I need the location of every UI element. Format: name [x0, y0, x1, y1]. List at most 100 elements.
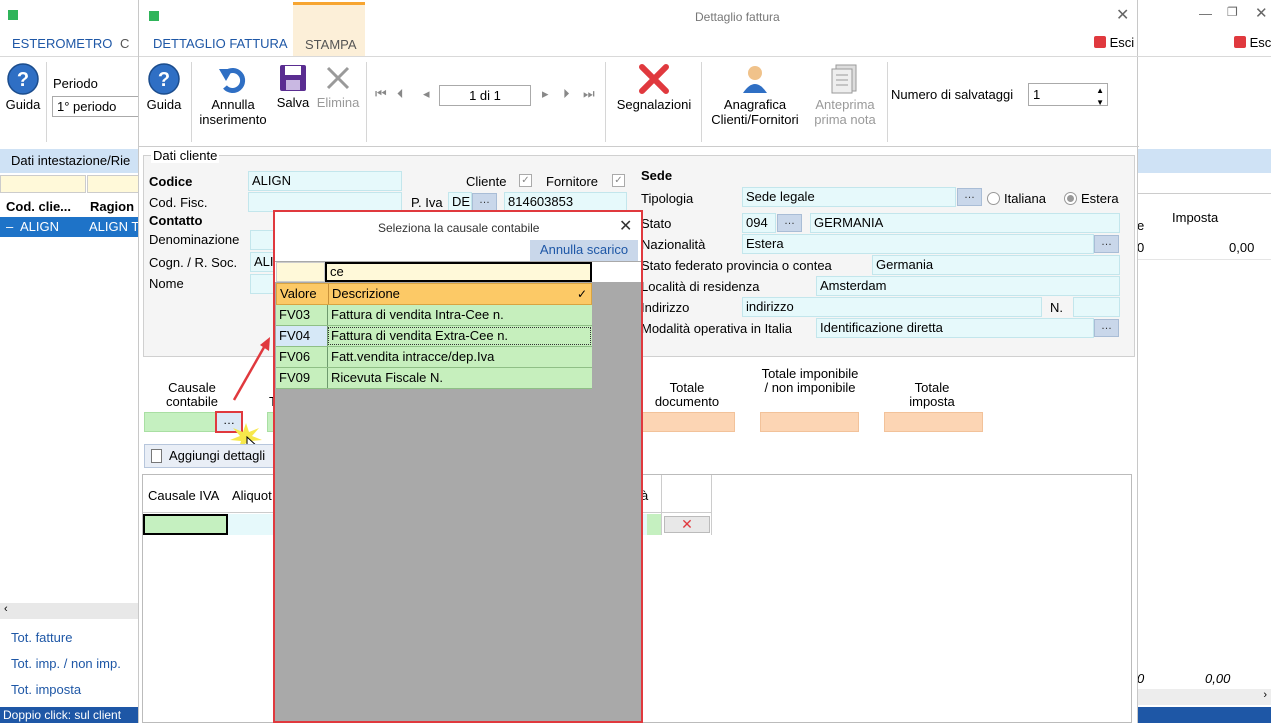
delete-icon — [326, 66, 350, 90]
scroll-left-icon[interactable]: ‹ — [4, 603, 8, 615]
segnalazioni-button[interactable]: Segnalazioni — [611, 63, 697, 112]
stato-code-field[interactable]: 094 — [742, 213, 776, 233]
total-imposta: Tot. imposta — [11, 682, 82, 697]
list-item[interactable]: FV06 Fatt.vendita intracce/dep.Iva — [276, 347, 592, 368]
tipologia-lookup-button[interactable]: … — [957, 188, 982, 206]
tab-partial[interactable]: C — [120, 36, 129, 51]
row-code: FV04 — [279, 328, 311, 343]
piva-field[interactable]: 814603853 — [504, 192, 627, 212]
next-record-icon[interactable]: ▸ — [542, 86, 549, 102]
anagrafica-label: Anagrafica Clienti/Fornitori — [711, 97, 799, 127]
salvataggi-spinner[interactable]: 1 ▲ ▼ — [1028, 83, 1108, 107]
nazionalita-lookup-button[interactable]: … — [1094, 235, 1119, 253]
annotation-arrow-icon — [232, 337, 270, 401]
annulla-scarico-button[interactable]: Annulla scarico — [530, 240, 638, 261]
tab-dettaglio-fattura[interactable]: DETTAGLIO FATTURA — [139, 28, 291, 56]
restore-icon[interactable]: ❐ — [1227, 5, 1238, 19]
delete-row-button[interactable]: ✕ — [664, 516, 710, 533]
modalita-lookup-button[interactable]: … — [1094, 319, 1119, 337]
prev-page-icon[interactable]: ⏴ — [397, 86, 404, 102]
causale-field[interactable] — [144, 412, 216, 432]
tipologia-value: Sede legale — [746, 189, 815, 204]
salvataggi-value: 1 — [1033, 87, 1041, 102]
italiana-radio[interactable] — [987, 192, 1000, 205]
piva-lookup-button[interactable]: … — [472, 193, 497, 211]
horizontal-scrollbar[interactable]: ‹ — [0, 603, 140, 619]
stato-lookup-button[interactable]: … — [777, 214, 802, 232]
tab-stampa[interactable]: STAMPA — [293, 2, 365, 56]
grid-row-selected[interactable]: – ALIGN ALIGN T — [0, 217, 140, 237]
estera-radio[interactable] — [1064, 192, 1077, 205]
grid-header-ragione[interactable]: Ragion — [90, 199, 134, 214]
numero-field[interactable] — [1073, 297, 1120, 317]
filter-cell[interactable] — [0, 175, 86, 193]
piva-label: P. Iva — [411, 195, 443, 210]
piva-country-field[interactable]: DE — [448, 192, 472, 212]
prev-record-icon[interactable]: ◂ — [423, 86, 430, 102]
elimina-button[interactable]: Elimina — [315, 63, 361, 110]
stato-name-field[interactable]: GERMANIA — [810, 213, 1120, 233]
tab-esterometro[interactable]: ESTEROMETRO — [0, 30, 118, 56]
toolbar-divider — [1137, 56, 1271, 57]
search-value: ce — [330, 264, 344, 279]
grid-header-causale-iva[interactable]: Causale IVA — [148, 488, 219, 503]
filter-cell[interactable] — [87, 175, 140, 193]
anteprima-button[interactable]: Anteprima prima nota — [805, 63, 885, 127]
cliente-checkbox[interactable]: ✓ — [519, 174, 532, 187]
periodo-select[interactable]: 1° periodo — [52, 96, 140, 117]
annulla-inserimento-button[interactable]: Annulla inserimento — [195, 63, 271, 127]
tipologia-field[interactable]: Sede legale — [742, 187, 956, 207]
cliente-label: Cliente — [466, 174, 507, 189]
horizontal-scrollbar[interactable]: › — [1137, 689, 1271, 705]
exit-button[interactable]: Esci — [1234, 35, 1271, 50]
salva-button[interactable]: Salva — [273, 63, 313, 110]
grid-cell-causale-iva[interactable] — [143, 514, 228, 535]
close-icon[interactable]: ✕ — [1255, 4, 1268, 22]
annulla-scarico-label: Annulla scarico — [539, 242, 629, 257]
scroll-right-icon[interactable]: › — [1263, 689, 1267, 701]
minimize-icon[interactable]: — — [1199, 6, 1212, 21]
indirizzo-field[interactable]: indirizzo — [742, 297, 1042, 317]
results-list: FV03 Fattura di vendita Intra-Cee n. FV0… — [276, 305, 592, 389]
close-icon[interactable]: ✕ — [1116, 5, 1129, 25]
codice-field[interactable]: ALIGN — [248, 171, 402, 191]
col-valore-header[interactable]: Valore — [280, 284, 317, 304]
localita-value: Amsterdam — [820, 278, 887, 293]
close-icon[interactable]: ✕ — [619, 216, 632, 236]
separator — [701, 62, 702, 142]
aggiungi-dettagli-button[interactable]: Aggiungi dettagli — [144, 444, 280, 468]
federato-field[interactable]: Germania — [872, 255, 1120, 275]
last-record-icon[interactable]: ⏭ — [583, 86, 595, 102]
modalita-value: Identificazione diretta — [820, 320, 943, 335]
piva-value: 814603853 — [508, 194, 574, 209]
guida-button[interactable]: ? Guida — [144, 63, 184, 112]
grid-header-aliquota[interactable]: Aliquot — [232, 488, 272, 503]
list-item[interactable]: FV09 Ricevuta Fiscale N. — [276, 368, 592, 389]
fornitore-checkbox[interactable]: ✓ — [612, 174, 625, 187]
anagrafica-button[interactable]: Anagrafica Clienti/Fornitori — [705, 63, 805, 127]
record-navigator-input[interactable]: 1 di 1 — [439, 85, 531, 106]
list-item[interactable]: FV03 Fattura di vendita Intra-Cee n. — [276, 305, 592, 326]
tab-label: DETTAGLIO FATTURA — [153, 36, 288, 51]
nome-label: Nome — [149, 276, 184, 291]
search-row-filter-cell[interactable] — [276, 262, 325, 282]
exit-button[interactable]: Esci — [1094, 35, 1134, 50]
localita-field[interactable]: Amsterdam — [816, 276, 1120, 296]
imposta-header[interactable]: Imposta — [1172, 210, 1218, 225]
list-item-selected[interactable]: FV04 Fattura di vendita Extra-Cee n. — [276, 326, 592, 347]
grid-header-codice[interactable]: Cod. clie... — [6, 199, 71, 214]
guida-button[interactable]: ? Guida — [3, 63, 43, 112]
modalita-field[interactable]: Identificazione diretta — [816, 318, 1094, 338]
first-record-icon[interactable]: ⏮ — [375, 86, 387, 102]
search-input[interactable]: ce — [325, 262, 592, 282]
next-page-icon[interactable]: ⏵ — [563, 86, 570, 102]
cod-fisc-field[interactable] — [248, 192, 402, 212]
separator — [366, 62, 367, 142]
aggiungi-label: Aggiungi dettagli — [169, 448, 266, 463]
spinner-down-icon[interactable]: ▼ — [1096, 92, 1104, 113]
periodo-value: 1° periodo — [57, 99, 117, 114]
nazionalita-field[interactable]: Estera — [742, 234, 1094, 254]
grid-cell-green[interactable] — [647, 514, 661, 535]
col-descrizione-header[interactable]: Descrizione — [328, 284, 400, 304]
row-code: FV06 — [279, 349, 311, 364]
